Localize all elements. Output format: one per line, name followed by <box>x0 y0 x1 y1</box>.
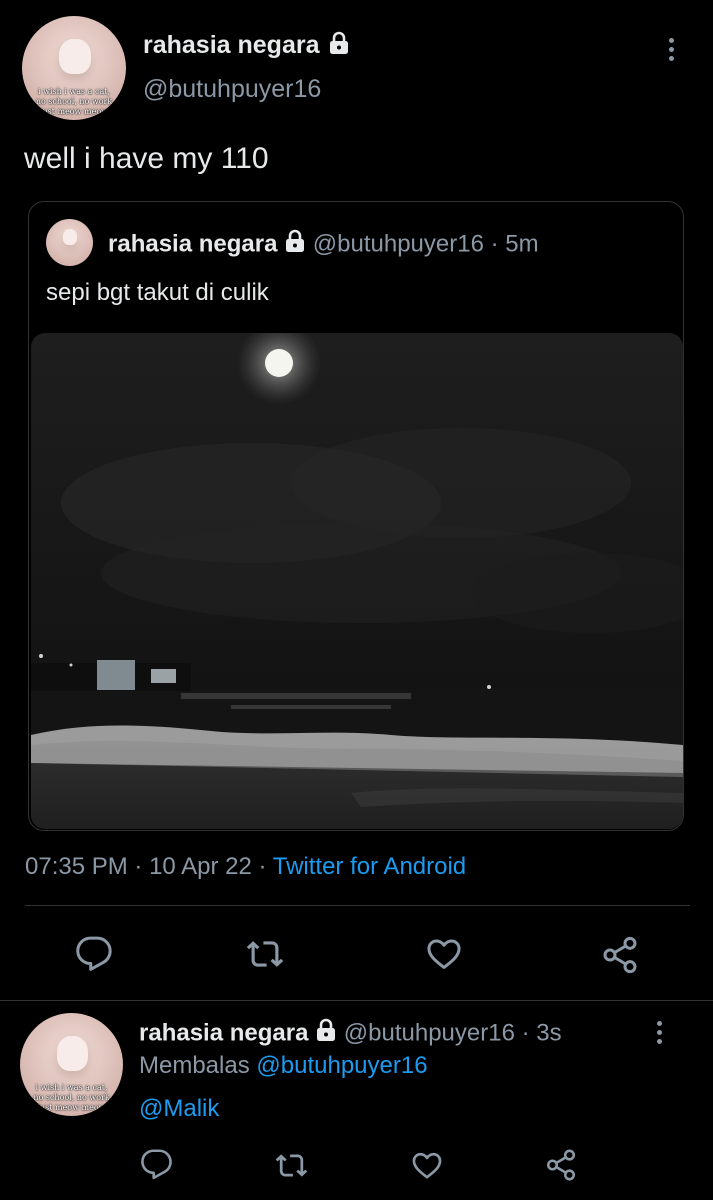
lock-icon <box>328 31 350 62</box>
avatar-caption-line: no school, no work <box>35 97 113 106</box>
reply-author-avatar[interactable]: i wish i was a cat, no school, no work j… <box>20 1013 123 1116</box>
quoted-time: 5m <box>505 230 539 258</box>
lock-icon <box>315 1018 337 1050</box>
more-vertical-icon[interactable] <box>649 1021 669 1048</box>
tweet-meta: 07:35 PM · 10 Apr 22 · Twitter for Andro… <box>25 852 466 882</box>
reply-icon[interactable] <box>75 935 113 973</box>
cat-image <box>62 229 77 246</box>
reply-icon[interactable] <box>140 1148 173 1181</box>
quoted-author-avatar <box>46 219 93 266</box>
night-beach-image <box>31 333 683 829</box>
tweet-date: 10 Apr 22 <box>149 853 252 880</box>
author-name-row[interactable]: rahasia negara <box>143 30 350 62</box>
reply-author-name: rahasia negara <box>139 1019 309 1047</box>
reply-text-mention[interactable]: @Malik <box>139 1094 219 1124</box>
quoted-header: rahasia negara @butuhpuyer16 · 5m <box>108 229 539 261</box>
author-handle[interactable]: @butuhpuyer16 <box>143 74 321 104</box>
quoted-text: sepi bgt takut di culik <box>46 279 269 306</box>
avatar-caption-line: i wish i was a cat, <box>38 87 110 96</box>
replying-to-link[interactable]: @butuhpuyer16 <box>256 1052 427 1079</box>
retweet-icon[interactable] <box>245 935 285 973</box>
more-vertical-icon[interactable] <box>661 38 681 65</box>
avatar-caption-line: i wish i was a cat, <box>35 1083 108 1092</box>
reply-header[interactable]: rahasia negara @butuhpuyer16 · 3s <box>139 1018 562 1050</box>
reply-author-handle: @butuhpuyer16 <box>343 1019 515 1047</box>
divider <box>0 1000 713 1001</box>
tweet-time: 07:35 PM <box>25 853 128 880</box>
tweet-photo[interactable] <box>31 333 683 829</box>
retweet-icon[interactable] <box>274 1149 309 1182</box>
replying-to-line: Membalas @butuhpuyer16 <box>139 1051 428 1081</box>
tweet-text: well i have my 110 <box>24 142 269 175</box>
author-name: rahasia negara <box>143 31 320 59</box>
lock-icon <box>284 229 306 261</box>
separator: · <box>521 1019 530 1047</box>
avatar-caption-line: no school, no work <box>33 1093 110 1102</box>
replying-prefix: Membalas <box>139 1052 250 1079</box>
cat-image <box>57 1035 88 1071</box>
reply-time: 3s <box>536 1019 562 1047</box>
heart-icon[interactable] <box>424 935 464 973</box>
share-icon[interactable] <box>544 1148 578 1182</box>
heart-icon[interactable] <box>410 1149 444 1182</box>
avatar-caption-line: just meow meow <box>39 107 108 116</box>
separator: · <box>258 853 267 880</box>
avatar-caption-line: just meow meow <box>37 1103 106 1112</box>
cat-image <box>59 38 91 75</box>
share-icon[interactable] <box>600 935 640 975</box>
quoted-author-name: rahasia negara <box>108 230 278 258</box>
separator: · <box>490 230 499 258</box>
author-avatar[interactable]: i wish i was a cat, no school, no work j… <box>22 16 126 120</box>
separator: · <box>134 853 143 880</box>
divider <box>25 905 690 906</box>
tweet-source-link[interactable]: Twitter for Android <box>273 853 466 880</box>
quoted-author-handle: @butuhpuyer16 <box>312 230 484 258</box>
